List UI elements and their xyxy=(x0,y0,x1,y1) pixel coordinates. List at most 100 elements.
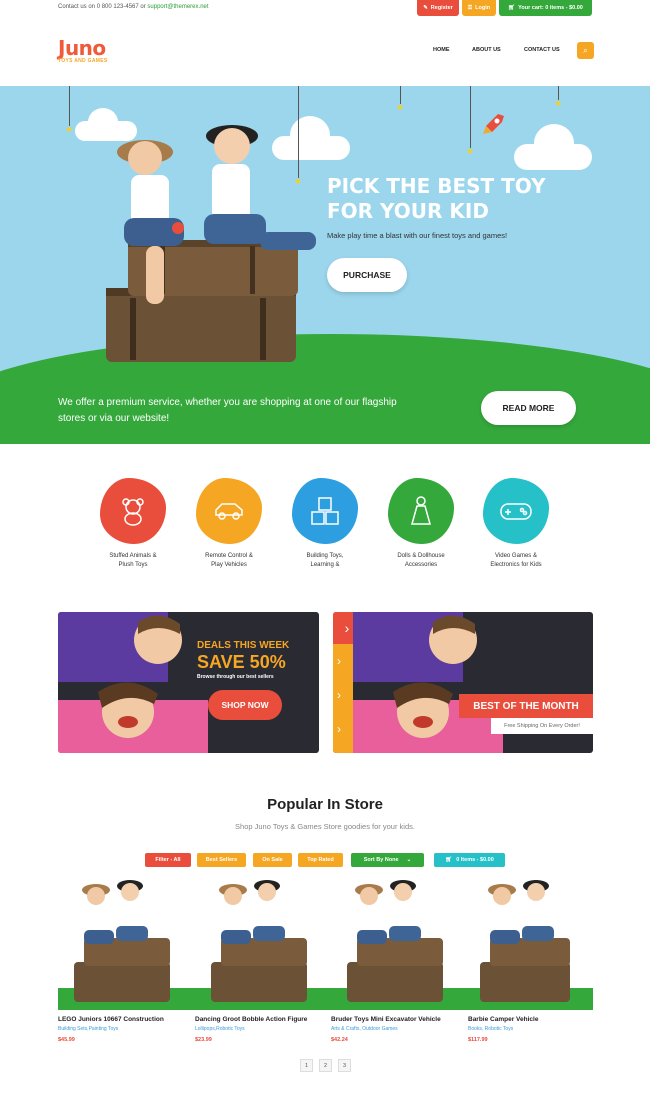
product-name[interactable]: Barbie Camper Vehicle xyxy=(468,1016,593,1023)
page-button[interactable]: 1 xyxy=(300,1059,313,1072)
hero-subtitle: Make play time a blast with our finest t… xyxy=(327,231,508,240)
user-icon: ✎ xyxy=(423,5,428,11)
cart-icon: 🛒︎ xyxy=(445,857,453,863)
filter-best-sellers-button[interactable]: Best Sellers xyxy=(197,853,246,867)
category-label: Plush Toys xyxy=(118,562,148,568)
shop-now-button[interactable]: SHOP NOW xyxy=(208,690,282,720)
read-more-button[interactable]: READ MORE xyxy=(481,391,576,425)
product-image xyxy=(58,880,196,1010)
product-category[interactable]: Arts & Crafts, Outdoor Games xyxy=(331,1026,469,1032)
cloud-decoration xyxy=(534,124,574,162)
product-image xyxy=(331,880,469,1010)
car-icon xyxy=(215,503,243,520)
category-label: Play Vehicles xyxy=(211,562,247,568)
register-button[interactable]: ✎ Register xyxy=(417,0,459,16)
page-button[interactable]: 3 xyxy=(338,1059,351,1072)
product-card[interactable]: Barbie Camper Vehicle Books, Robotic Toy… xyxy=(468,880,593,1043)
sort-label: Sort By None xyxy=(363,857,399,863)
nav-about[interactable]: ABOUT US xyxy=(472,47,501,53)
product-price: $42.24 xyxy=(331,1037,348,1043)
category-label: Dolls & Dollhouse xyxy=(397,553,445,559)
purchase-button[interactable]: PURCHASE xyxy=(327,258,407,292)
category-stuffed-animals[interactable]: Stuffed Animals & Plush Toys xyxy=(88,478,178,570)
category-label: Remote Control & xyxy=(205,553,253,559)
category-video-games[interactable]: Video Games & Electronics for Kids xyxy=(471,478,561,570)
product-price: $23.99 xyxy=(195,1037,212,1043)
promo-deals-banner[interactable]: DEALS THIS WEEK SAVE 50% Browse through … xyxy=(58,612,319,753)
logo-subtext: TOYS AND GAMES xyxy=(58,58,108,64)
blocks-icon xyxy=(311,497,339,525)
chevron-right-icon[interactable]: › xyxy=(337,654,341,668)
free-shipping-text: Free Shipping On Every Order! xyxy=(491,718,593,734)
star-icon: ★ xyxy=(554,98,563,108)
mini-cart-button[interactable]: 🛒︎ 0 Items - $0.00 xyxy=(434,853,505,867)
offer-text: We offer a premium service, whether you … xyxy=(58,395,397,427)
hero-title-line1: PICK THE BEST TOY xyxy=(327,174,546,198)
category-building-toys[interactable]: Building Toys, Learning & xyxy=(280,478,370,570)
hero-banner: ★ ★ ★ ★ ★ PICK THE BEST TOY FOR YOUR KID… xyxy=(0,86,650,444)
chevron-down-icon: ⌄ xyxy=(406,857,412,863)
chevron-right-icon[interactable]: › xyxy=(337,688,341,702)
product-image xyxy=(195,880,333,1010)
contact-info: Contact us on 0 800 123-4567 or support@… xyxy=(58,4,209,10)
kids-photo xyxy=(58,612,208,753)
register-label: Register xyxy=(430,5,453,11)
promo-deals-title: DEALS THIS WEEK xyxy=(197,640,290,651)
product-name[interactable]: Bruder Toys Mini Excavator Vehicle xyxy=(331,1016,469,1023)
lock-icon: ⚿ xyxy=(467,4,473,11)
product-photo xyxy=(195,880,333,1010)
product-photo xyxy=(468,880,593,1010)
doll-icon xyxy=(411,496,431,525)
logo[interactable]: Juno TOYS AND GAMES xyxy=(58,36,107,64)
product-card[interactable]: Bruder Toys Mini Excavator Vehicle Arts … xyxy=(331,880,469,1043)
cart-label: Your cart: 0 items - $0.00 xyxy=(518,5,583,11)
hero-kids-image xyxy=(106,125,316,362)
sort-select[interactable]: Sort By None ⌄ xyxy=(351,853,424,867)
page-button[interactable]: 2 xyxy=(319,1059,332,1072)
category-blob xyxy=(388,478,454,544)
best-of-month-title: BEST OF THE MONTH xyxy=(459,694,593,718)
product-category[interactable]: Books, Robotic Toys xyxy=(468,1026,593,1032)
product-image xyxy=(468,880,593,1010)
category-dolls[interactable]: Dolls & Dollhouse Accessories xyxy=(376,478,466,570)
product-photo xyxy=(58,880,196,1010)
star-icon: ★ xyxy=(396,102,405,112)
offer-line2: stores or via our website! xyxy=(58,413,170,424)
category-label: Accessories xyxy=(404,562,438,568)
chevron-right-icon[interactable]: › xyxy=(337,722,341,736)
nav-contact[interactable]: CONTACT US xyxy=(524,47,560,53)
star-icon: ★ xyxy=(65,124,74,134)
star-icon: ★ xyxy=(466,146,475,156)
category-label: Video Games & xyxy=(495,553,537,559)
product-category[interactable]: Building Sets,Painting Toys xyxy=(58,1026,196,1032)
topbar: Contact us on 0 800 123-4567 or support@… xyxy=(0,0,650,16)
login-button[interactable]: ⚿ Login xyxy=(462,0,496,16)
popular-subtitle: Shop Juno Toys & Games Store goodies for… xyxy=(235,822,415,831)
string-decoration xyxy=(69,86,70,126)
promo-sub-text: Browse through our best sellers xyxy=(197,674,274,680)
contact-text: Contact us on 0 800 123-4567 or xyxy=(58,4,146,10)
header: Juno TOYS AND GAMES HOME ABOUT US CONTAC… xyxy=(0,16,650,86)
gamepad-icon xyxy=(500,503,532,520)
filter-on-sale-button[interactable]: On Sale xyxy=(253,853,292,867)
product-price: $117.99 xyxy=(468,1037,488,1043)
category-label: Building Toys, xyxy=(306,553,344,559)
nav-home[interactable]: HOME xyxy=(433,47,450,53)
cart-icon: 🛒︎ xyxy=(508,5,516,11)
filter-all-button[interactable]: Filter - All xyxy=(145,853,191,867)
search-icon: ⌕ xyxy=(583,45,588,55)
product-card[interactable]: Dancing Groot Bobble Action Figure Lolli… xyxy=(195,880,333,1043)
product-name[interactable]: Dancing Groot Bobble Action Figure xyxy=(195,1016,333,1023)
filter-top-rated-button[interactable]: Top Rated xyxy=(298,853,343,867)
category-remote-control[interactable]: Remote Control & Play Vehicles xyxy=(184,478,274,570)
search-button[interactable]: ⌕ xyxy=(577,42,594,59)
cart-button[interactable]: 🛒︎ Your cart: 0 items - $0.00 xyxy=(499,0,592,16)
product-card[interactable]: LEGO Juniors 10667 Construction Building… xyxy=(58,880,196,1043)
category-blob xyxy=(483,478,549,544)
promo-best-banner[interactable]: › › › › BEST OF THE MONTH Free Shipping … xyxy=(333,612,593,753)
teddy-bear-icon xyxy=(122,498,144,526)
product-category[interactable]: Lollipops,Robotic Toys xyxy=(195,1026,333,1032)
support-email-link[interactable]: support@themerex.net xyxy=(147,4,208,10)
logo-text: Juno xyxy=(58,36,106,60)
product-name[interactable]: LEGO Juniors 10667 Construction xyxy=(58,1016,196,1023)
